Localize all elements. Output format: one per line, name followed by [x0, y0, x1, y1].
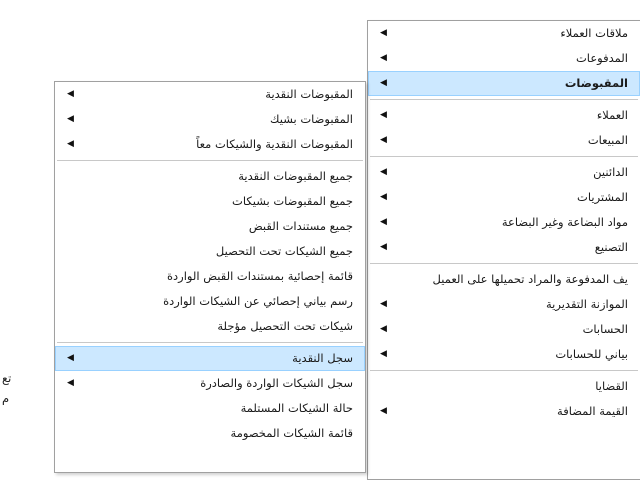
submenu-arrow-icon: ◀ [67, 139, 74, 149]
main-menu-item-label: يف المدفوعة والمراد تحميلها على العميل [432, 272, 628, 286]
menu-separator [370, 263, 638, 264]
main-menu-item-13[interactable]: القضايا [368, 374, 640, 399]
main-menu-item-2[interactable]: المقبوضات ◀ [368, 71, 640, 96]
receipts-menu-item-7[interactable]: قائمة إحصائية بمستندات القبض الواردة [55, 264, 365, 289]
main-menu-item-4[interactable]: المبيعات ◀ [368, 128, 640, 153]
receipts-menu-item-3[interactable]: جميع المقبوضات النقدية [55, 164, 365, 189]
receipts-menu-item-label: المقبوضات النقدية والشيكات معاً [196, 137, 353, 151]
menu-separator [370, 156, 638, 157]
main-menu-item-label: التصنيع [594, 240, 628, 254]
cash-register-item-label: تع [2, 371, 12, 385]
main-menu-item-label: المدفوعات [575, 51, 628, 65]
receipts-menu-item-9[interactable]: شيكات تحت التحصيل مؤجلة [55, 314, 365, 339]
receipts-menu-item-label: سجل النقدية [292, 351, 353, 365]
receipts-menu-item-10[interactable]: سجل النقدية ◀ [55, 346, 365, 371]
cash-register-item-1[interactable]: م [0, 388, 54, 408]
main-menu-item-label: المبيعات [587, 133, 628, 147]
submenu-arrow-icon: ◀ [380, 217, 387, 227]
main-menu-item-label: القيمة المضافة [557, 404, 628, 418]
cash-register-item-label: م [2, 391, 10, 405]
receipts-menu-item-0[interactable]: المقبوضات النقدية ◀ [55, 82, 365, 107]
menu-separator [57, 160, 363, 161]
receipts-menu-item-label: جميع المقبوضات بشيكات [232, 194, 353, 208]
submenu-arrow-icon: ◀ [380, 192, 387, 202]
main-menu-item-6[interactable]: المشتريات ◀ [368, 185, 640, 210]
main-menu-item-9[interactable]: يف المدفوعة والمراد تحميلها على العميل [368, 267, 640, 292]
submenu-arrow-icon: ◀ [67, 378, 74, 388]
main-menu-item-8[interactable]: التصنيع ◀ [368, 235, 640, 260]
submenu-arrow-icon: ◀ [67, 114, 74, 124]
receipts-menu-item-2[interactable]: المقبوضات النقدية والشيكات معاً ◀ [55, 132, 365, 157]
submenu-arrow-icon: ◀ [67, 353, 74, 363]
submenu-arrow-icon: ◀ [380, 167, 387, 177]
main-menu-item-label: مواد البضاعة وغير البضاعة [501, 215, 628, 229]
main-menu-item-label: بياني للحسابات [555, 347, 628, 361]
menu-separator [370, 99, 638, 100]
receipts-menu-item-11[interactable]: سجل الشيكات الواردة والصادرة ◀ [55, 371, 365, 396]
receipts-menu-item-13[interactable]: قائمة الشيكات المخصومة [55, 421, 365, 446]
submenu-arrow-icon: ◀ [380, 110, 387, 120]
main-menu-item-10[interactable]: الموازنة التقديرية ◀ [368, 292, 640, 317]
receipts-menu-item-label: شيكات تحت التحصيل مؤجلة [217, 319, 353, 333]
menu-separator [57, 342, 363, 343]
receipts-submenu: المقبوضات النقدية ◀ المقبوضات بشيك ◀ المقبوض… [54, 81, 366, 473]
submenu-arrow-icon: ◀ [67, 89, 74, 99]
submenu-arrow-icon: ◀ [380, 53, 387, 63]
receipts-menu-item-5[interactable]: جميع مستندات القبض [55, 214, 365, 239]
menu-separator [370, 370, 638, 371]
receipts-menu-item-12[interactable]: حالة الشيكات المستلمة [55, 396, 365, 421]
main-menu-item-label: الموازنة التقديرية [546, 297, 628, 311]
receipts-menu-item-label: حالة الشيكات المستلمة [240, 401, 353, 415]
receipts-menu-item-4[interactable]: جميع المقبوضات بشيكات [55, 189, 365, 214]
main-menu-item-7[interactable]: مواد البضاعة وغير البضاعة ◀ [368, 210, 640, 235]
main-menu-item-label: ملاقات العملاء [560, 26, 628, 40]
submenu-arrow-icon: ◀ [380, 299, 387, 309]
submenu-arrow-icon: ◀ [380, 406, 387, 416]
cash-register-item-0[interactable]: تع [0, 368, 54, 388]
receipts-menu-item-label: جميع الشيكات تحت التحصيل [215, 244, 353, 258]
receipts-menu-item-6[interactable]: جميع الشيكات تحت التحصيل [55, 239, 365, 264]
receipts-menu-item-1[interactable]: المقبوضات بشيك ◀ [55, 107, 365, 132]
main-menu-item-label: الحسابات [582, 322, 628, 336]
receipts-menu-item-8[interactable]: رسم بياني إحصائي عن الشيكات الواردة [55, 289, 365, 314]
receipts-menu-item-label: المقبوضات النقدية [265, 87, 353, 101]
submenu-arrow-icon: ◀ [380, 242, 387, 252]
submenu-arrow-icon: ◀ [380, 349, 387, 359]
receipts-menu-item-label: قائمة الشيكات المخصومة [230, 426, 353, 440]
submenu-arrow-icon: ◀ [380, 78, 387, 88]
receipts-menu-item-label: قائمة إحصائية بمستندات القبض الواردة [167, 269, 353, 283]
main-menu-item-label: القضايا [595, 379, 628, 393]
main-menu-item-1[interactable]: المدفوعات ◀ [368, 46, 640, 71]
receipts-menu-item-label: جميع المقبوضات النقدية [238, 169, 353, 183]
submenu-arrow-icon: ◀ [380, 135, 387, 145]
main-context-menu: ملاقات العملاء ◀ المدفوعات ◀ المقبوضات ◀ العمل… [367, 20, 640, 480]
receipts-menu-item-label: رسم بياني إحصائي عن الشيكات الواردة [163, 294, 353, 308]
main-menu-item-14[interactable]: القيمة المضافة ◀ [368, 399, 640, 424]
main-menu-item-label: الدائنين [593, 165, 628, 179]
main-menu-item-0[interactable]: ملاقات العملاء ◀ [368, 21, 640, 46]
receipts-menu-item-label: جميع مستندات القبض [248, 219, 353, 233]
main-menu-item-label: العملاء [596, 108, 628, 122]
cash-register-submenu-partial: تع م [0, 368, 55, 418]
receipts-menu-item-label: سجل الشيكات الواردة والصادرة [200, 376, 353, 390]
receipts-menu-item-label: المقبوضات بشيك [270, 112, 353, 126]
main-menu-item-label: المشتريات [577, 190, 628, 204]
main-menu-item-5[interactable]: الدائنين ◀ [368, 160, 640, 185]
main-menu-item-11[interactable]: الحسابات ◀ [368, 317, 640, 342]
submenu-arrow-icon: ◀ [380, 324, 387, 334]
submenu-arrow-icon: ◀ [380, 28, 387, 38]
main-menu-item-label: المقبوضات [564, 76, 628, 90]
main-menu-item-12[interactable]: بياني للحسابات ◀ [368, 342, 640, 367]
main-menu-item-3[interactable]: العملاء ◀ [368, 103, 640, 128]
